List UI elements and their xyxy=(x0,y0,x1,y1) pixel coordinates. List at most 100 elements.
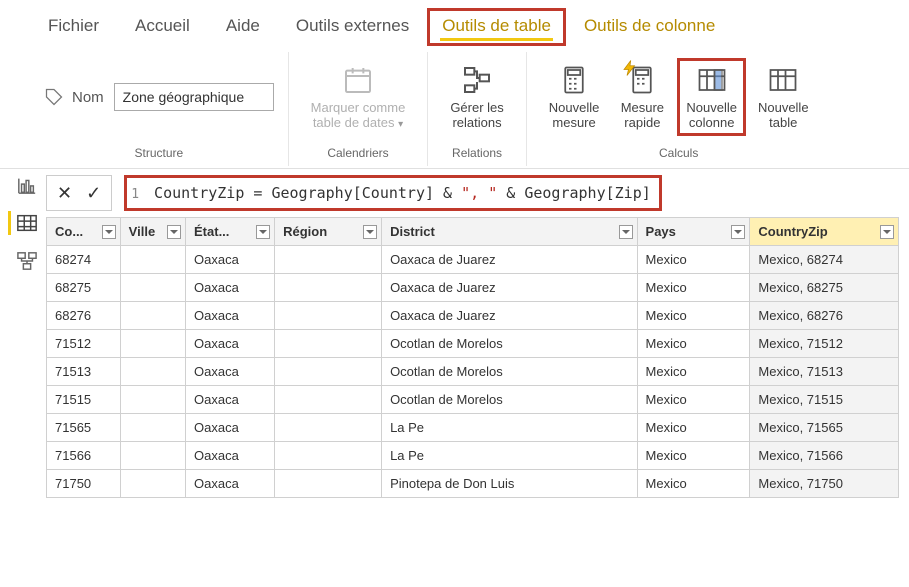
cell[interactable]: Mexico, 71566 xyxy=(750,442,899,470)
cell[interactable] xyxy=(120,358,185,386)
filter-dropdown-icon[interactable] xyxy=(619,225,633,239)
filter-dropdown-icon[interactable] xyxy=(102,225,116,239)
cell[interactable]: Oaxaca de Juarez xyxy=(382,274,637,302)
filter-dropdown-icon[interactable] xyxy=(256,225,270,239)
cell[interactable] xyxy=(275,386,382,414)
cell[interactable] xyxy=(275,302,382,330)
cell[interactable]: Oaxaca de Juarez xyxy=(382,302,637,330)
cell[interactable] xyxy=(275,470,382,498)
cell[interactable]: Oaxaca xyxy=(186,414,275,442)
filter-dropdown-icon[interactable] xyxy=(167,225,181,239)
filter-dropdown-icon[interactable] xyxy=(880,225,894,239)
commit-formula-button[interactable]: ✓ xyxy=(86,183,101,204)
cell[interactable]: Pinotepa de Don Luis xyxy=(382,470,637,498)
mark-date-table-button[interactable]: Marquer comme table de dates ▾ xyxy=(303,59,414,135)
new-table-button[interactable]: Nouvelle table xyxy=(750,59,817,135)
table-name-input[interactable] xyxy=(114,83,274,111)
cell[interactable] xyxy=(120,246,185,274)
cell[interactable]: Mexico xyxy=(637,274,750,302)
cell[interactable]: La Pe xyxy=(382,414,637,442)
table-row[interactable]: 68276 Oaxaca Oaxaca de JuarezMexicoMexico,… xyxy=(47,302,899,330)
cell[interactable] xyxy=(120,414,185,442)
cell[interactable] xyxy=(275,358,382,386)
cell[interactable]: 71565 xyxy=(47,414,121,442)
cell[interactable]: Ocotlan de Morelos xyxy=(382,358,637,386)
cell[interactable] xyxy=(275,442,382,470)
cell[interactable]: 71512 xyxy=(47,330,121,358)
cell[interactable]: Mexico, 71750 xyxy=(750,470,899,498)
cell[interactable]: Oaxaca xyxy=(186,274,275,302)
cell[interactable]: Mexico, 71515 xyxy=(750,386,899,414)
cell[interactable] xyxy=(275,330,382,358)
cell[interactable] xyxy=(120,470,185,498)
cell[interactable] xyxy=(275,246,382,274)
cell[interactable]: 68275 xyxy=(47,274,121,302)
filter-dropdown-icon[interactable] xyxy=(731,225,745,239)
cell[interactable]: 71515 xyxy=(47,386,121,414)
table-row[interactable]: 71512 Oaxaca Ocotlan de MorelosMexicoMexic… xyxy=(47,330,899,358)
cell[interactable]: Mexico xyxy=(637,330,750,358)
table-row[interactable]: 71565 Oaxaca La PeMexicoMexico, 71565 xyxy=(47,414,899,442)
tab-fichier[interactable]: Fichier xyxy=(30,8,117,46)
column-header[interactable]: District xyxy=(382,218,637,246)
new-measure-button[interactable]: Nouvelle mesure xyxy=(541,59,608,135)
column-header[interactable]: État... xyxy=(186,218,275,246)
filter-dropdown-icon[interactable] xyxy=(363,225,377,239)
cell[interactable]: Mexico xyxy=(637,302,750,330)
cell[interactable]: 71750 xyxy=(47,470,121,498)
manage-relations-button[interactable]: Gérer les relations xyxy=(442,59,511,135)
tab-aide[interactable]: Aide xyxy=(208,8,278,46)
table-row[interactable]: 71566OaxacaLa PeMexicoMexico, 71566 xyxy=(47,442,899,470)
cell[interactable]: Oaxaca xyxy=(186,246,275,274)
table-row[interactable]: 71515 Oaxaca Ocotlan de MorelosMexicoMexic… xyxy=(47,386,899,414)
cell[interactable] xyxy=(275,274,382,302)
cell[interactable]: Mexico xyxy=(637,470,750,498)
cell[interactable]: 71513 xyxy=(47,358,121,386)
cell[interactable]: Ocotlan de Morelos xyxy=(382,386,637,414)
cell[interactable]: Oaxaca xyxy=(186,330,275,358)
cell[interactable]: Mexico, 71565 xyxy=(750,414,899,442)
table-row[interactable]: 71513 Oaxaca Ocotlan de MorelosMexicoMexic… xyxy=(47,358,899,386)
tab-outils-colonne[interactable]: Outils de colonne xyxy=(566,8,733,46)
new-column-button[interactable]: Nouvelle colonne xyxy=(677,58,746,136)
cell[interactable]: Mexico xyxy=(637,414,750,442)
cell[interactable] xyxy=(275,414,382,442)
cell[interactable]: Mexico xyxy=(637,358,750,386)
cell[interactable]: Mexico xyxy=(637,386,750,414)
cell[interactable]: Oaxaca xyxy=(186,386,275,414)
cell[interactable]: Mexico, 71512 xyxy=(750,330,899,358)
cell[interactable] xyxy=(120,386,185,414)
data-view-button[interactable] xyxy=(8,211,38,235)
tab-outils-table[interactable]: Outils de table xyxy=(427,8,566,46)
cell[interactable]: Mexico, 68275 xyxy=(750,274,899,302)
cell[interactable]: 68276 xyxy=(47,302,121,330)
cell[interactable] xyxy=(120,442,185,470)
table-row[interactable]: 68274OaxacaOaxaca de JuarezMexicoMexico,… xyxy=(47,246,899,274)
column-header[interactable]: Région xyxy=(275,218,382,246)
column-header[interactable]: Ville xyxy=(120,218,185,246)
cell[interactable]: Oaxaca xyxy=(186,358,275,386)
cell[interactable]: Oaxaca de Juarez xyxy=(382,246,637,274)
cell[interactable]: 71566 xyxy=(47,442,121,470)
cell[interactable]: Mexico, 71513 xyxy=(750,358,899,386)
cell[interactable]: Oaxaca xyxy=(186,302,275,330)
table-row[interactable]: 71750 Oaxaca Pinotepa de Don LuisMexicoMex… xyxy=(47,470,899,498)
column-header[interactable]: Co... xyxy=(47,218,121,246)
report-view-button[interactable] xyxy=(8,173,38,197)
cell[interactable]: Oaxaca xyxy=(186,470,275,498)
table-row[interactable]: 68275 Oaxaca Oaxaca de JuarezMexicoMexico,… xyxy=(47,274,899,302)
cell[interactable]: Mexico xyxy=(637,246,750,274)
quick-measure-button[interactable]: Mesure rapide xyxy=(611,59,673,135)
cell[interactable]: Ocotlan de Morelos xyxy=(382,330,637,358)
cell[interactable]: Mexico, 68274 xyxy=(750,246,899,274)
model-view-button[interactable] xyxy=(8,249,38,273)
cell[interactable]: Mexico, 68276 xyxy=(750,302,899,330)
tab-accueil[interactable]: Accueil xyxy=(117,8,208,46)
cell[interactable] xyxy=(120,330,185,358)
cell[interactable]: La Pe xyxy=(382,442,637,470)
data-table[interactable]: Co...VilleÉtat...RégionDistrictPaysCount… xyxy=(46,217,899,498)
cell[interactable] xyxy=(120,274,185,302)
cell[interactable] xyxy=(120,302,185,330)
tab-outils-externes[interactable]: Outils externes xyxy=(278,8,427,46)
column-header[interactable]: CountryZip xyxy=(750,218,899,246)
